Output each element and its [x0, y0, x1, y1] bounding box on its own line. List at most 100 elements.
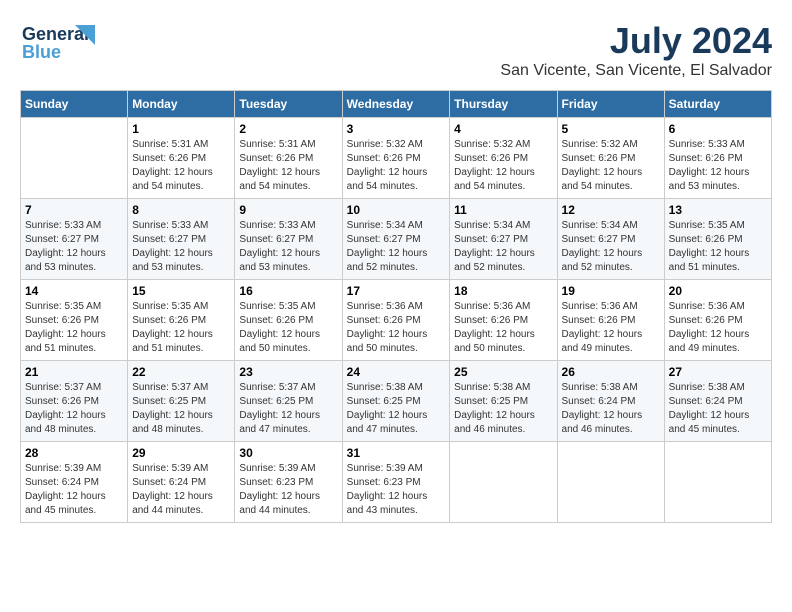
calendar-cell [557, 442, 664, 523]
day-number: 25 [454, 365, 552, 379]
calendar-cell: 19 Sunrise: 5:36 AM Sunset: 6:26 PM Dayli… [557, 280, 664, 361]
header-sunday: Sunday [21, 91, 128, 118]
main-title: July 2024 [500, 20, 772, 62]
day-info: Sunrise: 5:32 AM Sunset: 6:26 PM Dayligh… [347, 138, 446, 194]
day-info: Sunrise: 5:32 AM Sunset: 6:26 PM Dayligh… [562, 138, 660, 194]
day-info: Sunrise: 5:39 AM Sunset: 6:24 PM Dayligh… [25, 462, 123, 518]
calendar-cell: 23 Sunrise: 5:37 AM Sunset: 6:25 PM Dayli… [235, 361, 342, 442]
calendar-cell: 31 Sunrise: 5:39 AM Sunset: 6:23 PM Dayli… [342, 442, 450, 523]
calendar-cell: 10Sunrise: 5:34 AM Sunset: 6:27 PM Dayli… [342, 199, 450, 280]
day-info: Sunrise: 5:37 AM Sunset: 6:25 PM Dayligh… [239, 381, 337, 437]
day-info: Sunrise: 5:35 AM Sunset: 6:26 PM Dayligh… [669, 219, 767, 275]
calendar-cell: 24 Sunrise: 5:38 AM Sunset: 6:25 PM Dayli… [342, 361, 450, 442]
header-thursday: Thursday [450, 91, 557, 118]
calendar-week-5: 28 Sunrise: 5:39 AM Sunset: 6:24 PM Dayli… [21, 442, 772, 523]
day-info: Sunrise: 5:31 AM Sunset: 6:26 PM Dayligh… [239, 138, 337, 194]
day-number: 31 [347, 446, 446, 460]
calendar-cell [21, 118, 128, 199]
calendar-cell: 30 Sunrise: 5:39 AM Sunset: 6:23 PM Dayli… [235, 442, 342, 523]
header-saturday: Saturday [664, 91, 771, 118]
logo: GeneralBlue [20, 20, 100, 65]
calendar-cell: 6 Sunrise: 5:33 AM Sunset: 6:26 PM Daylig… [664, 118, 771, 199]
day-number: 6 [669, 122, 767, 136]
title-section: July 2024 San Vicente, San Vicente, El S… [500, 20, 772, 80]
calendar-week-3: 14 Sunrise: 5:35 AM Sunset: 6:26 PM Dayli… [21, 280, 772, 361]
day-number: 15 [132, 284, 230, 298]
calendar-cell: 9Sunrise: 5:33 AM Sunset: 6:27 PM Daylig… [235, 199, 342, 280]
day-info: Sunrise: 5:36 AM Sunset: 6:26 PM Dayligh… [669, 300, 767, 356]
day-info: Sunrise: 5:34 AM Sunset: 6:27 PM Dayligh… [454, 219, 552, 275]
calendar-cell: 16 Sunrise: 5:35 AM Sunset: 6:26 PM Dayli… [235, 280, 342, 361]
day-number: 26 [562, 365, 660, 379]
calendar-cell: 20 Sunrise: 5:36 AM Sunset: 6:26 PM Dayli… [664, 280, 771, 361]
day-number: 20 [669, 284, 767, 298]
day-info: Sunrise: 5:38 AM Sunset: 6:24 PM Dayligh… [669, 381, 767, 437]
header: GeneralBlue July 2024 San Vicente, San V… [20, 20, 772, 80]
day-info: Sunrise: 5:33 AM Sunset: 6:27 PM Dayligh… [132, 219, 230, 275]
day-info: Sunrise: 5:36 AM Sunset: 6:26 PM Dayligh… [562, 300, 660, 356]
header-wednesday: Wednesday [342, 91, 450, 118]
day-number: 27 [669, 365, 767, 379]
day-info: Sunrise: 5:34 AM Sunset: 6:27 PM Dayligh… [562, 219, 660, 275]
calendar-cell: 28 Sunrise: 5:39 AM Sunset: 6:24 PM Dayli… [21, 442, 128, 523]
day-number: 28 [25, 446, 123, 460]
day-number: 14 [25, 284, 123, 298]
day-info: Sunrise: 5:35 AM Sunset: 6:26 PM Dayligh… [239, 300, 337, 356]
day-number: 4 [454, 122, 552, 136]
day-number: 24 [347, 365, 446, 379]
day-number: 16 [239, 284, 337, 298]
calendar-cell: 17 Sunrise: 5:36 AM Sunset: 6:26 PM Dayli… [342, 280, 450, 361]
day-number: 17 [347, 284, 446, 298]
calendar-cell: 27 Sunrise: 5:38 AM Sunset: 6:24 PM Dayli… [664, 361, 771, 442]
calendar-cell: 3Sunrise: 5:32 AM Sunset: 6:26 PM Daylig… [342, 118, 450, 199]
calendar: SundayMondayTuesdayWednesdayThursdayFrid… [20, 90, 772, 523]
calendar-week-2: 7 Sunrise: 5:33 AM Sunset: 6:27 PM Daylig… [21, 199, 772, 280]
calendar-cell [664, 442, 771, 523]
day-number: 2 [239, 122, 337, 136]
day-number: 12 [562, 203, 660, 217]
day-info: Sunrise: 5:31 AM Sunset: 6:26 PM Dayligh… [132, 138, 230, 194]
day-number: 8 [132, 203, 230, 217]
calendar-cell: 7 Sunrise: 5:33 AM Sunset: 6:27 PM Daylig… [21, 199, 128, 280]
day-number: 13 [669, 203, 767, 217]
calendar-cell [450, 442, 557, 523]
calendar-cell: 13 Sunrise: 5:35 AM Sunset: 6:26 PM Dayli… [664, 199, 771, 280]
day-info: Sunrise: 5:33 AM Sunset: 6:27 PM Dayligh… [25, 219, 123, 275]
calendar-cell: 26Sunrise: 5:38 AM Sunset: 6:24 PM Dayli… [557, 361, 664, 442]
calendar-cell: 22 Sunrise: 5:37 AM Sunset: 6:25 PM Dayli… [128, 361, 235, 442]
day-info: Sunrise: 5:39 AM Sunset: 6:23 PM Dayligh… [347, 462, 446, 518]
calendar-week-4: 21Sunrise: 5:37 AM Sunset: 6:26 PM Dayli… [21, 361, 772, 442]
day-number: 23 [239, 365, 337, 379]
day-number: 18 [454, 284, 552, 298]
day-number: 19 [562, 284, 660, 298]
calendar-cell: 18Sunrise: 5:36 AM Sunset: 6:26 PM Dayli… [450, 280, 557, 361]
day-number: 29 [132, 446, 230, 460]
day-info: Sunrise: 5:37 AM Sunset: 6:25 PM Dayligh… [132, 381, 230, 437]
calendar-cell: 11 Sunrise: 5:34 AM Sunset: 6:27 PM Dayli… [450, 199, 557, 280]
day-info: Sunrise: 5:34 AM Sunset: 6:27 PM Dayligh… [347, 219, 446, 275]
calendar-cell: 4Sunrise: 5:32 AM Sunset: 6:26 PM Daylig… [450, 118, 557, 199]
day-info: Sunrise: 5:39 AM Sunset: 6:23 PM Dayligh… [239, 462, 337, 518]
day-info: Sunrise: 5:36 AM Sunset: 6:26 PM Dayligh… [347, 300, 446, 356]
calendar-cell: 8 Sunrise: 5:33 AM Sunset: 6:27 PM Daylig… [128, 199, 235, 280]
calendar-cell: 12 Sunrise: 5:34 AM Sunset: 6:27 PM Dayli… [557, 199, 664, 280]
day-number: 22 [132, 365, 230, 379]
subtitle: San Vicente, San Vicente, El Salvador [500, 62, 772, 80]
calendar-cell: 25Sunrise: 5:38 AM Sunset: 6:25 PM Dayli… [450, 361, 557, 442]
day-number: 11 [454, 203, 552, 217]
logo-icon: GeneralBlue [20, 20, 100, 65]
day-info: Sunrise: 5:33 AM Sunset: 6:26 PM Dayligh… [669, 138, 767, 194]
calendar-cell: 29Sunrise: 5:39 AM Sunset: 6:24 PM Dayli… [128, 442, 235, 523]
day-number: 7 [25, 203, 123, 217]
day-info: Sunrise: 5:37 AM Sunset: 6:26 PM Dayligh… [25, 381, 123, 437]
day-number: 5 [562, 122, 660, 136]
header-tuesday: Tuesday [235, 91, 342, 118]
calendar-cell: 2 Sunrise: 5:31 AM Sunset: 6:26 PM Daylig… [235, 118, 342, 199]
header-monday: Monday [128, 91, 235, 118]
calendar-cell: 21Sunrise: 5:37 AM Sunset: 6:26 PM Dayli… [21, 361, 128, 442]
day-number: 30 [239, 446, 337, 460]
day-number: 9 [239, 203, 337, 217]
header-friday: Friday [557, 91, 664, 118]
day-info: Sunrise: 5:38 AM Sunset: 6:25 PM Dayligh… [347, 381, 446, 437]
svg-text:Blue: Blue [22, 42, 61, 62]
